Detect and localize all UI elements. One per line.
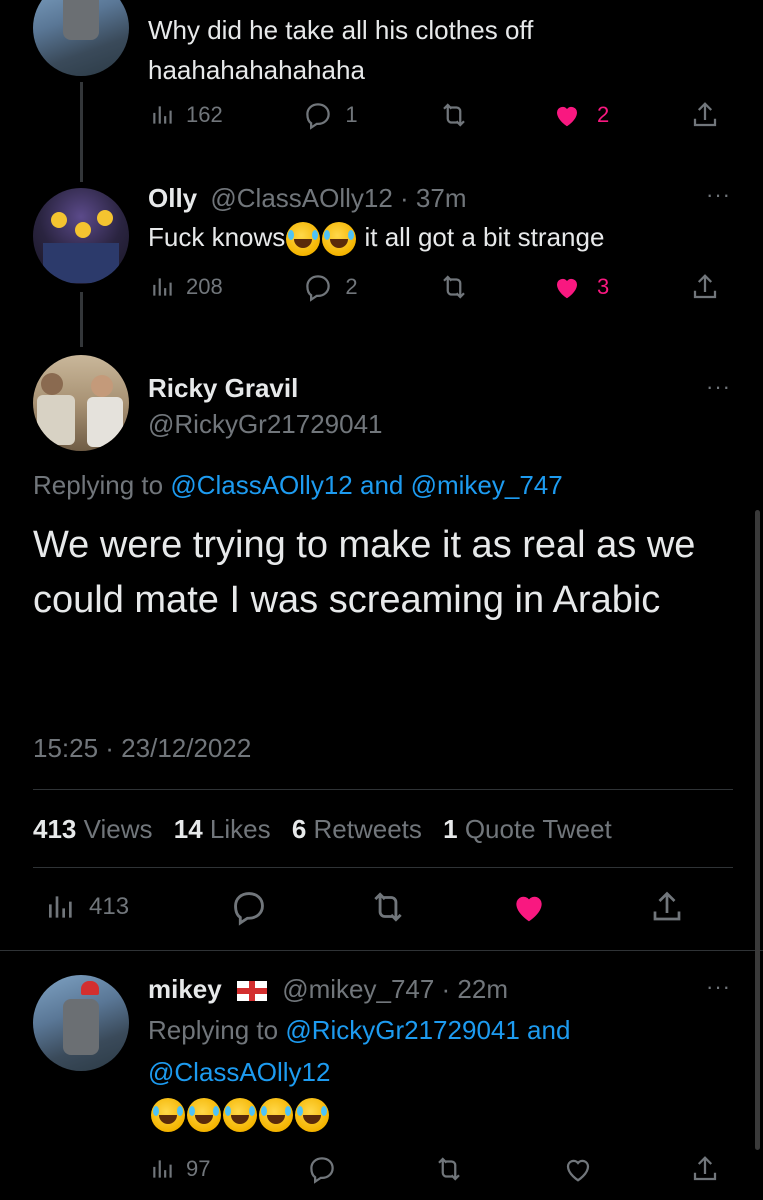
reply-icon: [306, 103, 331, 130]
divider: [33, 867, 733, 868]
retweet-button[interactable]: [368, 888, 408, 926]
author-handle[interactable]: @mikey_747 · 22m: [282, 974, 508, 1004]
avatar[interactable]: [33, 355, 129, 451]
reply-button[interactable]: [307, 1154, 337, 1184]
tweet-text: Why did he take all his clothes off: [148, 15, 534, 45]
heart-outline-icon: [566, 1159, 589, 1182]
flag-emoji-icon: [236, 981, 267, 1002]
share-button[interactable]: [649, 889, 685, 925]
avatar[interactable]: [33, 188, 129, 284]
reply-button[interactable]: 2: [303, 272, 358, 302]
tweet-text: haahahahahahaha: [148, 55, 365, 85]
replying-to-label: Replying to: [148, 1015, 286, 1045]
retweet-button[interactable]: [438, 272, 470, 302]
like-count: 2: [597, 102, 610, 127]
views-count: 413: [89, 893, 130, 920]
more-options-button[interactable]: ···: [706, 374, 731, 400]
more-options-button[interactable]: ···: [706, 182, 731, 208]
mention-link[interactable]: @RickyGr21729041: [285, 1015, 520, 1045]
rofl-emoji-icon: [286, 222, 321, 257]
retweet-icon: [443, 103, 466, 127]
rofl-emoji-icon: [151, 1098, 185, 1132]
engagement-stats: 413 Views 14 Likes 6 Retweets 1 Quote Tw…: [33, 811, 612, 847]
reply-icon: [233, 892, 264, 926]
retweet-button[interactable]: [433, 1154, 465, 1184]
like-button[interactable]: [562, 1154, 594, 1184]
rofl-emoji-icon: [322, 222, 357, 257]
views-stat[interactable]: 413 Views: [33, 814, 153, 844]
share-button[interactable]: [690, 1154, 720, 1184]
author-name[interactable]: Olly: [148, 183, 197, 213]
views-icon: [153, 1160, 172, 1178]
heart-filled-icon: [515, 896, 542, 922]
heart-filled-icon: [557, 106, 578, 127]
views-icon: [153, 106, 172, 124]
retweet-icon: [374, 892, 402, 922]
main-tweet-text: We were trying to make it as real as we …: [33, 524, 696, 621]
replying-and: and: [519, 1015, 571, 1045]
views-button[interactable]: 97: [150, 1156, 210, 1182]
retweets-stat[interactable]: 6 Retweets: [292, 814, 422, 844]
like-button[interactable]: 2: [551, 100, 609, 130]
avatar[interactable]: [33, 975, 129, 1071]
rofl-emoji-icon: [223, 1098, 257, 1132]
reply-icon: [310, 1157, 334, 1184]
views-button[interactable]: 208: [150, 274, 223, 300]
views-count: 208: [186, 274, 223, 299]
likes-stat[interactable]: 14 Likes: [174, 814, 271, 844]
author-handle[interactable]: @ClassAOlly12 · 37m: [210, 183, 466, 213]
share-button[interactable]: [690, 272, 720, 302]
reply-count: 2: [345, 274, 358, 299]
like-count: 3: [597, 274, 610, 299]
rofl-emoji-icon: [259, 1098, 293, 1132]
like-button[interactable]: 3: [551, 272, 609, 302]
replying-and: and: [352, 470, 411, 500]
tweet-timestamp[interactable]: 15:25 · 23/12/2022: [33, 730, 251, 766]
avatar[interactable]: [33, 0, 129, 76]
tweet-text: it all got a bit strange: [357, 222, 605, 252]
reply-button[interactable]: [230, 888, 268, 926]
share-button[interactable]: [690, 100, 720, 130]
mention-link[interactable]: @mikey_747: [411, 470, 563, 500]
divider: [33, 789, 733, 790]
retweet-icon: [443, 275, 466, 299]
share-icon: [653, 891, 681, 921]
views-count: 97: [186, 1156, 211, 1181]
more-options-button[interactable]: ···: [706, 974, 731, 1000]
share-icon: [693, 274, 717, 299]
views-icon: [49, 896, 72, 918]
share-icon: [693, 1156, 717, 1181]
heart-filled-icon: [557, 278, 578, 299]
author-name[interactable]: Ricky Gravil: [148, 370, 383, 406]
divider: [0, 950, 763, 951]
quote-tweets-stat[interactable]: 1 Quote Tweet: [443, 814, 612, 844]
rofl-emoji-icon: [295, 1098, 329, 1132]
scrollbar[interactable]: [755, 510, 760, 1150]
thread-line: [80, 292, 83, 347]
tweet-text: Fuck knows: [148, 222, 286, 252]
retweet-icon: [438, 1157, 461, 1181]
reply-count: 1: [345, 102, 358, 127]
author-name[interactable]: mikey: [148, 974, 222, 1004]
thread-line: [80, 82, 83, 182]
like-button[interactable]: [509, 888, 549, 926]
share-icon: [693, 102, 717, 127]
views-button[interactable]: 413: [45, 891, 129, 923]
author-handle[interactable]: @RickyGr21729041: [148, 406, 383, 442]
rofl-emoji-icon: [187, 1098, 221, 1132]
views-button[interactable]: 162: [150, 102, 223, 128]
mention-link[interactable]: @ClassAOlly12: [148, 1051, 570, 1093]
reply-icon: [306, 275, 331, 302]
reply-button[interactable]: 1: [303, 100, 358, 130]
mention-link[interactable]: @ClassAOlly12: [170, 470, 352, 500]
views-count: 162: [186, 102, 223, 127]
views-icon: [153, 278, 172, 296]
emoji-row: [150, 1098, 330, 1132]
replying-to-label: Replying to: [33, 470, 171, 500]
retweet-button[interactable]: [438, 100, 470, 130]
